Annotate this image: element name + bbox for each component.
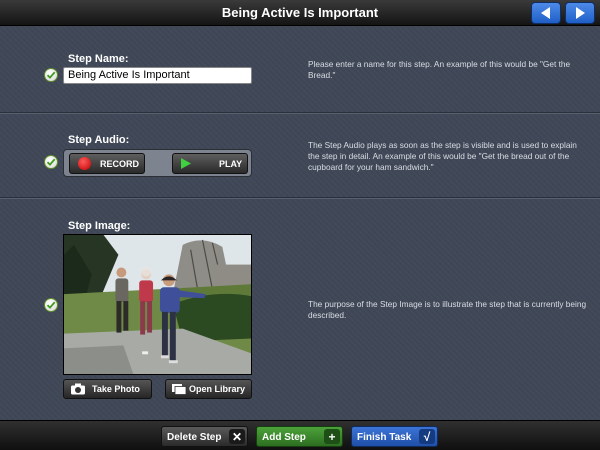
back-button[interactable]	[531, 2, 561, 24]
play-icon	[181, 158, 191, 169]
section-divider	[0, 112, 600, 114]
plus-icon: +	[324, 429, 340, 444]
finish-task-label: Finish Task	[357, 432, 412, 443]
play-button-label: PLAY	[219, 159, 243, 169]
delete-step-label: Delete Step	[167, 432, 222, 443]
open-library-label: Open Library	[189, 384, 246, 394]
delete-step-button[interactable]: Delete Step ✕	[161, 426, 248, 447]
record-button[interactable]: RECORD	[69, 153, 145, 174]
step-audio-label: Step Audio:	[68, 134, 130, 146]
camera-icon	[71, 383, 85, 395]
forward-button[interactable]	[565, 2, 595, 24]
photo-library-icon	[172, 384, 187, 395]
add-step-button[interactable]: Add Step +	[256, 426, 343, 447]
open-library-button[interactable]: Open Library	[165, 379, 252, 399]
step-image-complete-check-icon	[44, 298, 58, 312]
play-button[interactable]: PLAY	[172, 153, 248, 174]
finish-task-button[interactable]: Finish Task √	[351, 426, 438, 447]
page-title: Being Active Is Important	[221, 5, 379, 20]
section-divider	[0, 197, 600, 199]
step-image-label: Step Image:	[68, 220, 131, 232]
step-image-help-text: The purpose of the Step Image is to illu…	[308, 299, 587, 320]
step-audio-complete-check-icon	[44, 155, 58, 169]
x-icon: ✕	[229, 429, 245, 444]
audio-controls-panel: RECORD PLAY	[63, 149, 252, 177]
step-image-photo[interactable]	[63, 234, 252, 375]
step-name-complete-check-icon	[44, 68, 58, 82]
bottom-toolbar: Delete Step ✕ Add Step + Finish Task √	[0, 420, 600, 450]
step-name-field[interactable]: Being Active Is Important	[63, 67, 252, 84]
add-step-label: Add Step	[262, 432, 306, 443]
step-audio-help-text: The Step Audio plays as soon as the step…	[308, 140, 577, 172]
step-name-help-text: Please enter a name for this step. An ex…	[308, 59, 571, 80]
top-navigation-bar: Being Active Is Important	[0, 0, 600, 26]
record-dot-icon	[78, 157, 91, 170]
take-photo-label: Take Photo	[92, 384, 140, 394]
record-button-label: RECORD	[100, 159, 140, 169]
arrow-left-icon	[541, 7, 550, 19]
people-walking-photo	[64, 235, 251, 374]
arrow-right-icon	[576, 7, 585, 19]
checkmark-icon: √	[419, 429, 435, 444]
take-photo-button[interactable]: Take Photo	[63, 379, 152, 399]
step-name-label: Step Name:	[68, 53, 129, 65]
